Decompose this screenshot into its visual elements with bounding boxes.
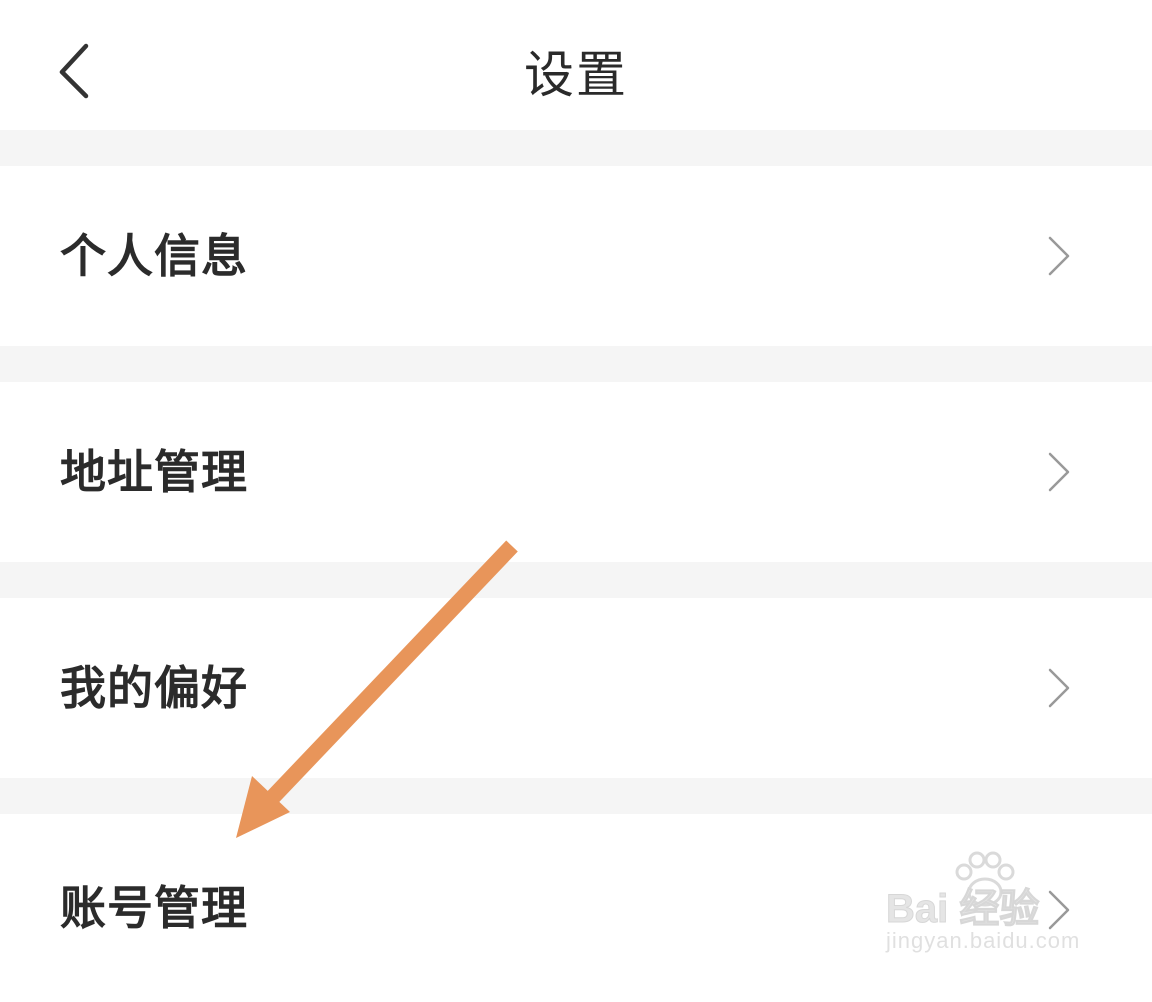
settings-item-label: 地址管理	[60, 445, 248, 499]
settings-item-label: 账号管理	[60, 881, 248, 935]
section-divider	[0, 778, 1152, 814]
chevron-right-icon	[1040, 666, 1080, 710]
section-divider	[0, 562, 1152, 598]
section-divider	[0, 130, 1152, 166]
chevron-right-icon	[1040, 888, 1080, 932]
settings-item-address-management[interactable]: 地址管理	[0, 382, 1152, 562]
settings-item-my-preferences[interactable]: 我的偏好	[0, 598, 1152, 778]
settings-item-label: 个人信息	[60, 229, 248, 283]
chevron-right-icon	[1040, 450, 1080, 494]
settings-item-personal-info[interactable]: 个人信息	[0, 166, 1152, 346]
page-title: 设置	[524, 46, 628, 104]
settings-item-label: 我的偏好	[60, 661, 248, 715]
chevron-right-icon	[1040, 234, 1080, 278]
settings-item-account-management[interactable]: 账号管理	[0, 814, 1152, 977]
section-divider	[0, 346, 1152, 382]
